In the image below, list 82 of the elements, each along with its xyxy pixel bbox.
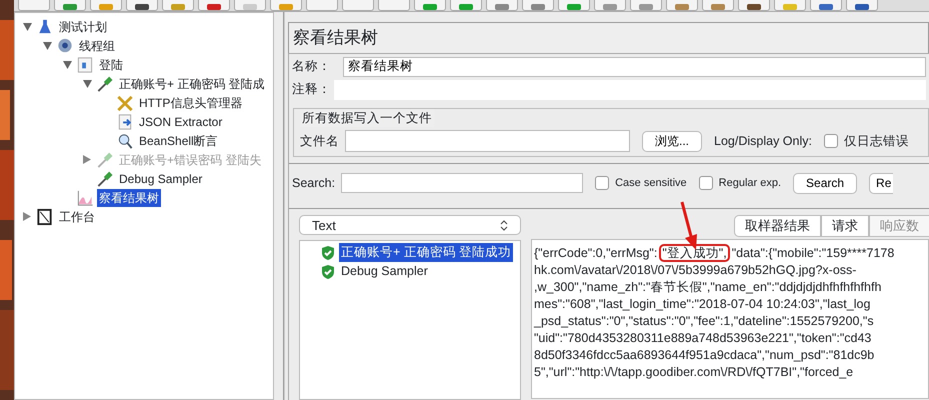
tree-item[interactable]: BeanShell断言 (137, 132, 220, 150)
toolbar-button[interactable] (738, 0, 770, 11)
controller-icon (75, 56, 95, 74)
response-text: hk.com\/avatar\/2018\/07\/5b3999a679b52hGQ.jpg?x-oss- (534, 262, 858, 280)
tree-item[interactable]: 线程组 (77, 36, 117, 54)
pipette-icon (95, 170, 115, 188)
filename-field[interactable] (345, 130, 630, 152)
response-text: "data":{"mobile":"159****7178 (732, 246, 894, 260)
toolbar-button[interactable] (846, 0, 878, 11)
select-caret-icon (500, 220, 508, 231)
toolbar-icon (603, 4, 617, 10)
tab[interactable]: 请求 (821, 215, 869, 238)
collapse-arrow-icon[interactable] (62, 60, 72, 68)
toolbar-icon (279, 4, 293, 10)
collapse-arrow-icon[interactable] (42, 42, 52, 50)
highlight-box: "登入成功", (661, 246, 728, 260)
response-text: {"errCode":0,"errMsg": (534, 246, 658, 260)
response-text: mes":"608","last_login_time":"2018-07-04 10:24:03","last_log (534, 296, 872, 314)
shield-check-icon (320, 264, 336, 280)
pipette-icon (95, 150, 115, 168)
toolbar-icon (423, 4, 437, 10)
toolbar-button[interactable] (810, 0, 842, 11)
response-text: _psd_status":"0","status":"0","fee":1,"dateline":1552579200,"s (534, 313, 875, 330)
name-field[interactable]: 察看结果树 (343, 56, 926, 76)
toolbar-button[interactable] (126, 0, 158, 11)
renderer-select[interactable]: Text (299, 215, 521, 236)
tree-item[interactable]: 测试计划 (57, 18, 109, 36)
toolbar-icon (135, 4, 149, 10)
collapse-arrow-icon[interactable] (82, 80, 92, 88)
response-text: "uid":"780d4353280311e889a748d53963e221","token":"cd43 (534, 330, 872, 348)
checkbox[interactable] (595, 176, 610, 190)
reset-button[interactable]: Re (869, 172, 894, 194)
panel-title: 察看结果树 (288, 22, 929, 52)
collapse-arrow-icon[interactable] (22, 22, 32, 30)
graph-icon (75, 188, 95, 206)
response-text: ,w_300","name_zh":"春节长假","name_en":"ddjdjdjdhfhfhfhfhfh (534, 279, 882, 296)
field-label: Search: (292, 174, 336, 192)
toolbar-icon (783, 4, 797, 10)
toolbar-icon (639, 4, 653, 10)
tools-icon (115, 94, 135, 112)
checkbox-label: 仅日志错误 (844, 132, 909, 150)
checkbox-label: Regular exp. (718, 176, 782, 191)
checkbox-label: Case sensitive (615, 176, 687, 191)
tree-item[interactable]: 工作台 (57, 208, 97, 226)
toolbar-icon (495, 4, 509, 10)
toolbar-icon (171, 4, 185, 10)
toolbar-icon (567, 4, 581, 10)
response-text: 5","url":"http:\/\/tapp.goodiber.com\/RD\/fQT7BI","forced_e (534, 364, 854, 382)
toolbar-icon (207, 4, 221, 10)
field-label: 文件名 (300, 132, 339, 150)
tree-item[interactable]: JSON Extractor (137, 112, 224, 130)
shield-check-icon (320, 244, 336, 261)
tab[interactable]: 取样器结果 (734, 215, 821, 238)
tree-item[interactable]: HTTP信息头管理器 (137, 94, 244, 112)
toolbar-icon (675, 4, 689, 10)
pipette-icon (95, 74, 115, 92)
tree-item[interactable]: 登陆 (97, 56, 125, 74)
toolbar-icon (855, 4, 869, 10)
toolbar-icon (819, 4, 833, 10)
field-label: Log/Display Only: (714, 132, 812, 150)
toolbar-icon (99, 4, 113, 10)
toolbar-icon (711, 4, 725, 10)
checkbox[interactable] (698, 176, 713, 190)
tree-item[interactable]: Debug Sampler (117, 170, 204, 188)
toolbar-icon (531, 4, 545, 10)
search-button[interactable]: Search (793, 172, 858, 194)
field-label: 名称： (292, 58, 331, 76)
checkbox[interactable] (824, 134, 838, 148)
toolbar-icon (459, 4, 473, 10)
response-text: 8d50f3346fdcc5aa6893644f951a9cdaca","num_psd":"81dc9b (534, 347, 876, 364)
result-item[interactable]: 正确账号+ 正确密码 登陆成功 (339, 243, 514, 262)
toolbar-icon (747, 4, 761, 10)
tree-item[interactable]: 察看结果树 (97, 188, 161, 206)
toolbar-icon (243, 4, 257, 10)
expand-arrow-icon[interactable] (23, 212, 31, 221)
search-field[interactable] (341, 173, 584, 194)
tree-item[interactable]: 正确账号+ 正确密码 登陆成 (117, 74, 267, 92)
field-label: 注释： (292, 81, 331, 98)
browse-button[interactable]: 浏览... (642, 130, 702, 152)
toolbar-icon (63, 4, 77, 10)
toolbar-button[interactable] (198, 0, 230, 11)
result-item[interactable]: Debug Sampler (339, 262, 430, 282)
